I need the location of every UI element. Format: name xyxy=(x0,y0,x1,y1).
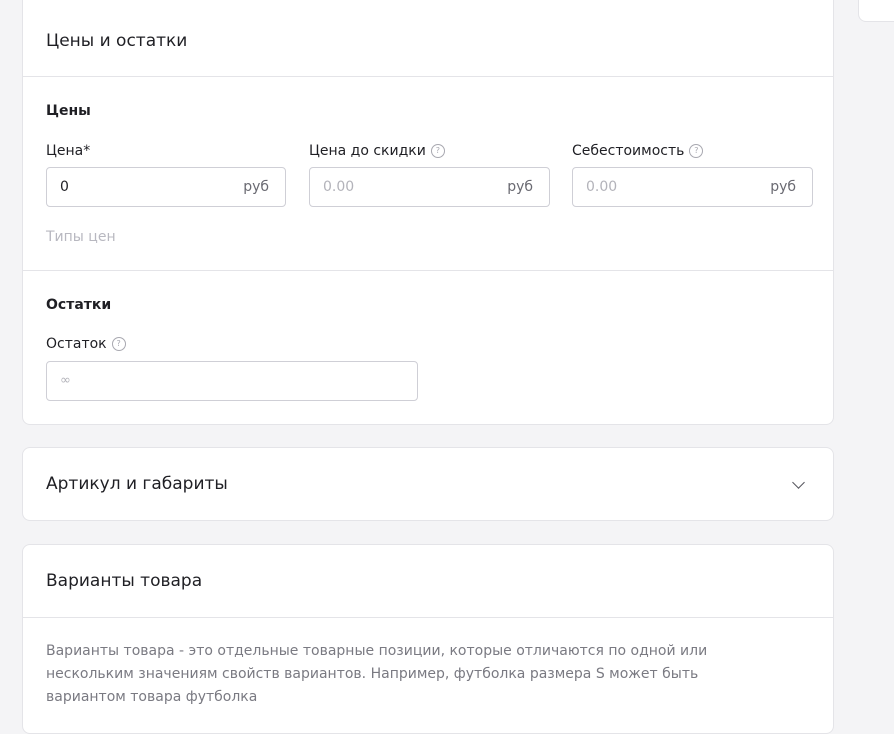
price-label: Цена* xyxy=(46,143,90,159)
stock-label-text: Остаток xyxy=(46,336,107,352)
card-title: Артикул и габариты xyxy=(46,474,228,494)
stock-placeholder: ∞ xyxy=(60,373,71,388)
cost-label-text: Себестоимость xyxy=(572,143,685,159)
card-title: Варианты товара xyxy=(46,571,203,591)
prices-and-stock-card: Цены и остатки Цены Цена* 0 руб Цена до … xyxy=(22,0,834,425)
section-title-prices: Цены xyxy=(46,103,91,119)
divider xyxy=(23,270,833,271)
divider xyxy=(23,76,833,77)
divider xyxy=(23,617,833,618)
price-before-discount-label: Цена до скидки ? xyxy=(309,143,445,159)
product-variants-card: Варианты товара Варианты товара - это от… xyxy=(22,544,834,734)
question-circle-icon[interactable]: ? xyxy=(111,337,126,351)
price-currency: руб xyxy=(243,179,269,195)
article-and-dimensions-card[interactable]: Артикул и габариты xyxy=(22,447,834,521)
price-before-discount-currency: руб xyxy=(507,179,533,195)
stock-label: Остаток ? xyxy=(46,336,126,352)
price-before-discount-label-text: Цена до скидки xyxy=(309,143,426,159)
price-types-link[interactable]: Типы цен xyxy=(46,229,116,245)
card-title: Цены и остатки xyxy=(46,31,188,51)
cost-label: Себестоимость ? xyxy=(572,143,704,159)
price-label-text: Цена* xyxy=(46,143,91,159)
cost-currency: руб xyxy=(770,179,796,195)
price-input[interactable]: 0 руб xyxy=(46,167,286,207)
stock-input[interactable]: ∞ xyxy=(46,361,418,401)
price-before-discount-placeholder: 0.00 xyxy=(323,179,355,195)
question-circle-icon[interactable]: ? xyxy=(430,144,445,158)
cost-input[interactable]: 0.00 руб xyxy=(572,167,813,207)
price-before-discount-input[interactable]: 0.00 руб xyxy=(309,167,550,207)
chevron-down-icon[interactable] xyxy=(792,476,805,489)
price-input-value: 0 xyxy=(60,179,69,195)
variants-description: Варианты товара - это отдельные товарные… xyxy=(46,643,708,705)
question-circle-icon[interactable]: ? xyxy=(689,144,704,158)
side-panel-edge xyxy=(858,0,894,22)
cost-placeholder: 0.00 xyxy=(586,179,618,195)
section-title-stock: Остатки xyxy=(46,297,112,313)
